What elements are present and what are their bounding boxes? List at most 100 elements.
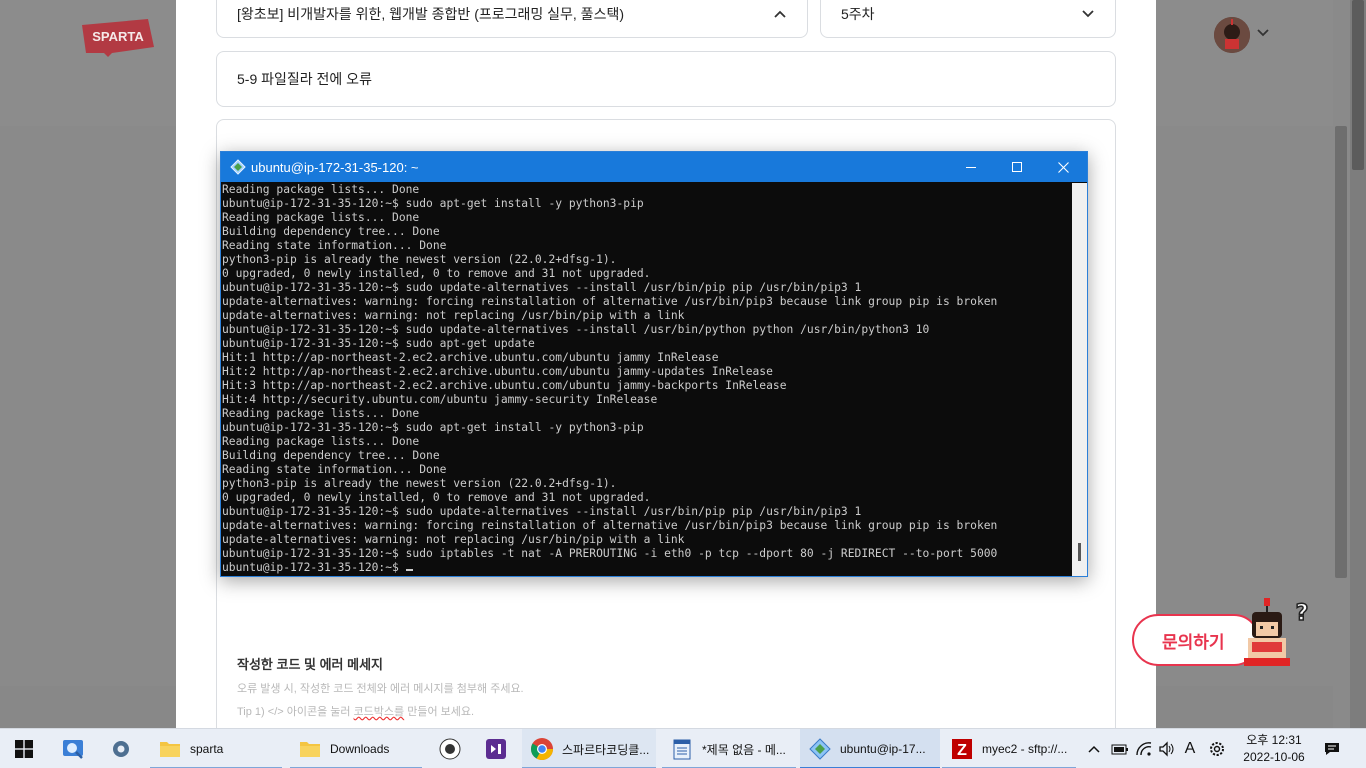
terminal-line: update-alternatives: warning: forcing re… [222,295,998,308]
taskbar-app-pinned[interactable] [428,729,472,768]
taskbar-item-label: 스파르타코딩클... [562,742,650,757]
code-hint-text: 오류 발생 시, 작성한 코드 전체와 에러 메시지를 첨부해 주세요. [237,683,524,695]
taskbar-app-settings[interactable] [98,729,144,768]
week-select[interactable]: 5주차 [820,0,1116,38]
maximize-button[interactable] [994,152,1040,182]
browser-scrollbar-thumb[interactable] [1352,0,1364,170]
control-panel-icon [63,740,83,759]
terminal-line: ubuntu@ip-172-31-35-120:~$ sudo iptables… [222,547,998,560]
terminal-line: Hit:4 http://security.ubuntu.com/ubuntu … [222,393,658,406]
putty-icon [809,738,831,760]
app-icon [439,738,461,760]
notification-icon[interactable] [1322,739,1342,759]
taskbar-item-label: myec2 - sftp://... [982,742,1068,756]
gear-icon [113,741,129,757]
terminal-prompt-line[interactable]: ubuntu@ip-172-31-35-120:~$ [222,561,1072,575]
terminal-cursor [405,569,413,571]
putty-icon [230,159,246,175]
minimize-button[interactable] [948,152,994,182]
week-select-value: 5주차 [841,6,875,22]
svg-text:Z: Z [957,742,967,759]
taskbar-item-label: sparta [190,742,224,756]
page-scrollbar-thumb[interactable] [1335,126,1347,578]
wifi-icon[interactable] [1134,739,1154,759]
notepad-icon [673,739,691,760]
mascot-icon[interactable]: ? [1238,596,1316,668]
code-tip-underlined: 코드박스를 [353,706,405,718]
close-icon [1057,161,1069,173]
terminal-line: ubuntu@ip-172-31-35-120:~$ sudo apt-get … [222,197,644,210]
question-title-value: 5-9 파일질라 전에 오류 [237,71,372,87]
minimize-icon [966,167,976,168]
terminal-line: Hit:3 http://ap-northeast-2.ec2.archive.… [222,379,787,392]
terminal-line: ubuntu@ip-172-31-35-120:~$ sudo update-a… [222,505,862,518]
gear-icon[interactable] [1207,739,1227,759]
taskbar-item-sparta[interactable]: sparta [150,729,282,768]
terminal-scrollbar[interactable] [1072,183,1087,576]
start-button[interactable] [0,729,48,768]
folder-icon [160,742,180,757]
close-button[interactable] [1040,152,1086,182]
taskbar-item-downloads[interactable]: Downloads [290,729,422,768]
chevron-up-icon [774,10,786,18]
taskbar-item-putty[interactable]: ubuntu@ip-17... [800,729,940,768]
terminal-line: update-alternatives: warning: not replac… [222,533,685,546]
terminal-line: Reading package lists... Done [222,435,420,448]
taskbar-item-label: *제목 없음 - 메... [702,742,786,757]
code-tip-text: Tip 1) </> 아이콘을 눌러 코드박스를 만들어 보세요. [237,703,474,719]
ime-indicator[interactable]: A [1180,739,1200,759]
terminal-line: Reading package lists... Done [222,407,420,420]
terminal-title: ubuntu@ip-172-31-35-120: ~ [251,160,419,175]
taskbar-app-visual-studio[interactable] [474,729,518,768]
terminal-line: Reading state information... Done [222,463,447,476]
browser-scrollbar[interactable] [1350,0,1366,728]
question-title-input[interactable]: 5-9 파일질라 전에 오류 [216,51,1116,107]
terminal-line: ubuntu@ip-172-31-35-120:~$ sudo update-a… [222,281,862,294]
windows-logo-icon [15,740,33,758]
code-tip-suffix: 만들어 보세요. [404,706,475,718]
terminal-line: 0 upgraded, 0 newly installed, 0 to remo… [222,267,651,280]
terminal-line: Hit:2 http://ap-northeast-2.ec2.archive.… [222,365,773,378]
terminal-line: ubuntu@ip-172-31-35-120:~$ sudo apt-get … [222,421,644,434]
battery-icon[interactable] [1110,739,1130,759]
chevron-up-icon[interactable] [1084,739,1104,759]
clock-date: 2022-10-06 [1243,750,1305,764]
folder-icon [300,742,320,757]
taskbar-item-label: Downloads [330,742,390,756]
terminal-line: update-alternatives: warning: forcing re… [222,519,998,532]
avatar[interactable] [1214,17,1250,53]
chrome-icon [531,738,553,760]
clock-time: 오후 12:31 [1246,733,1302,747]
code-section-title: 작성한 코드 및 에러 메세지 [237,657,384,672]
terminal-line: Building dependency tree... Done [222,225,440,238]
terminal-line: Reading package lists... Done [222,183,420,196]
chevron-down-icon [1082,10,1094,18]
taskbar-item-label: ubuntu@ip-17... [840,742,926,756]
terminal-output[interactable]: Reading package lists... Done ubuntu@ip-1… [222,183,1072,576]
system-clock[interactable]: 오후 12:31 2022-10-06 [1234,732,1314,766]
terminal-line: Hit:1 http://ap-northeast-2.ec2.archive.… [222,351,719,364]
code-tip-prefix: Tip 1) </> 아이콘을 눌러 [237,706,354,718]
sparta-logo[interactable]: SPARTA [78,17,156,57]
terminal-line: 0 upgraded, 0 newly installed, 0 to remo… [222,491,651,504]
filezilla-icon: Z [952,739,972,759]
volume-icon[interactable] [1157,739,1177,759]
terminal-line: ubuntu@ip-172-31-35-120:~$ sudo apt-get … [222,337,535,350]
chevron-down-icon[interactable] [1256,28,1270,38]
page-scrollbar[interactable] [1333,0,1350,728]
terminal-scrollbar-thumb[interactable] [1078,543,1081,561]
ime-indicator-label: A [1184,740,1196,757]
taskbar-item-notepad[interactable]: *제목 없음 - 메... [662,729,796,768]
inquiry-button-label: 문의하기 [1162,632,1225,652]
maximize-icon [1012,162,1022,172]
course-select[interactable]: [왕초보] 비개발자를 위한, 웹개발 종합반 (프로그래밍 실무, 풀스택) [216,0,808,38]
terminal-titlebar[interactable]: ubuntu@ip-172-31-35-120: ~ [221,152,1087,182]
taskbar-item-chrome[interactable]: 스파르타코딩클... [522,729,656,768]
putty-terminal-window[interactable]: ubuntu@ip-172-31-35-120: ~ Reading packa… [220,151,1088,577]
taskbar-app-control-panel[interactable] [50,729,96,768]
taskbar-item-filezilla[interactable]: Z myec2 - sftp://... [942,729,1076,768]
course-select-value: [왕초보] 비개발자를 위한, 웹개발 종합반 (프로그래밍 실무, 풀스택) [237,6,624,22]
visual-studio-icon [486,739,506,759]
terminal-line: Reading package lists... Done [222,211,420,224]
terminal-line: python3-pip is already the newest versio… [222,477,617,490]
